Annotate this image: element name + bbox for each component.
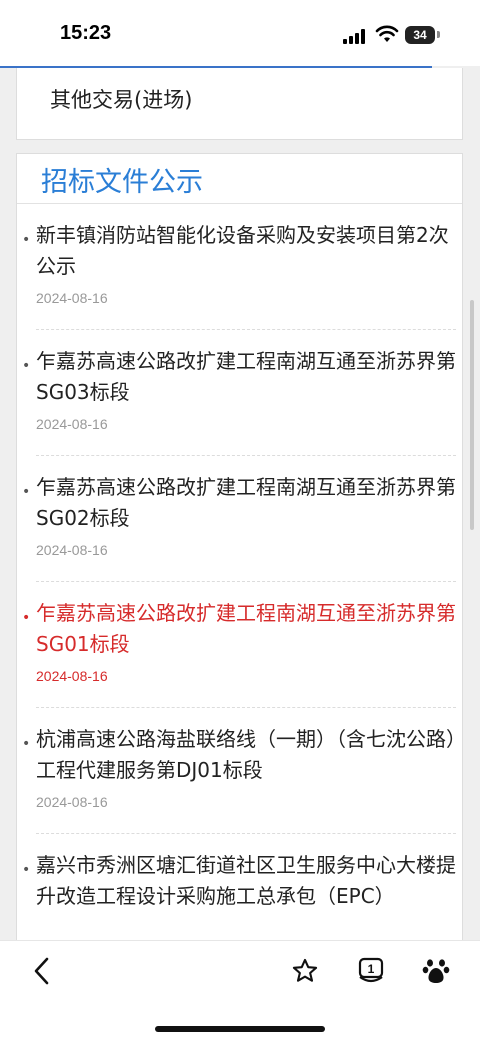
section-title: 招标文件公示	[41, 167, 203, 198]
notice-date: 2024-08-16	[36, 794, 108, 810]
section-divider	[17, 203, 462, 204]
notice-title[interactable]: 乍嘉苏高速公路改扩建工程南湖互通至浙苏界第SG03标段	[36, 346, 456, 408]
chevron-left-icon	[34, 957, 49, 985]
browser-bottom-bar: 1	[0, 940, 480, 1041]
bullet-icon: •	[22, 736, 31, 752]
notice-date: 2024-08-16	[36, 290, 108, 306]
scrollbar[interactable]	[470, 300, 474, 530]
battery-indicator: 34	[405, 26, 435, 44]
wifi-icon	[375, 25, 399, 42]
item-divider	[36, 329, 456, 330]
bidding-docs-card: 招标文件公示 • 新丰镇消防站智能化设备采购及安装项目第2次公示 2024-08…	[16, 153, 463, 953]
status-bar: 15:23 34	[0, 0, 480, 66]
notice-date: 2024-08-16	[36, 542, 108, 558]
bullet-icon: •	[22, 232, 31, 248]
notice-title[interactable]: 新丰镇消防站智能化设备采购及安装项目第2次公示	[36, 220, 456, 282]
tabs-button[interactable]: 1	[351, 951, 391, 991]
other-trade-link[interactable]: 其他交易(进场)	[50, 84, 192, 114]
item-divider	[36, 455, 456, 456]
paw-icon	[422, 959, 450, 983]
tabs-icon: 1	[358, 957, 384, 983]
notice-title[interactable]: 杭浦高速公路海盐联络线（一期）（含七沈公路）工程代建服务第DJ01标段	[36, 724, 456, 786]
bullet-icon: •	[22, 358, 31, 374]
favorite-button[interactable]	[285, 951, 325, 991]
home-indicator	[155, 1026, 325, 1032]
bullet-icon: •	[22, 862, 31, 878]
notice-date: 2024-08-16	[36, 668, 108, 684]
bullet-icon: •	[22, 484, 31, 500]
baidu-button[interactable]	[416, 951, 456, 991]
item-divider	[36, 833, 456, 834]
notice-title[interactable]: 乍嘉苏高速公路改扩建工程南湖互通至浙苏界第SG02标段	[36, 472, 456, 534]
notice-date: 2024-08-16	[36, 416, 108, 432]
back-button[interactable]	[22, 951, 62, 991]
star-icon	[292, 958, 318, 982]
notice-title[interactable]: 嘉兴市秀洲区塘汇街道社区卫生服务中心大楼提升改造工程设计采购施工总承包（EPC）	[36, 850, 456, 912]
status-time: 15:23	[60, 22, 112, 44]
tab-count: 1	[368, 962, 375, 976]
battery-tip	[437, 31, 440, 38]
item-divider	[36, 581, 456, 582]
bullet-icon: •	[22, 610, 31, 626]
notice-title[interactable]: 乍嘉苏高速公路改扩建工程南湖互通至浙苏界第SG01标段	[36, 598, 456, 660]
other-trade-card: 其他交易(进场)	[16, 68, 463, 140]
item-divider	[36, 707, 456, 708]
cellular-signal-icon	[343, 28, 369, 44]
